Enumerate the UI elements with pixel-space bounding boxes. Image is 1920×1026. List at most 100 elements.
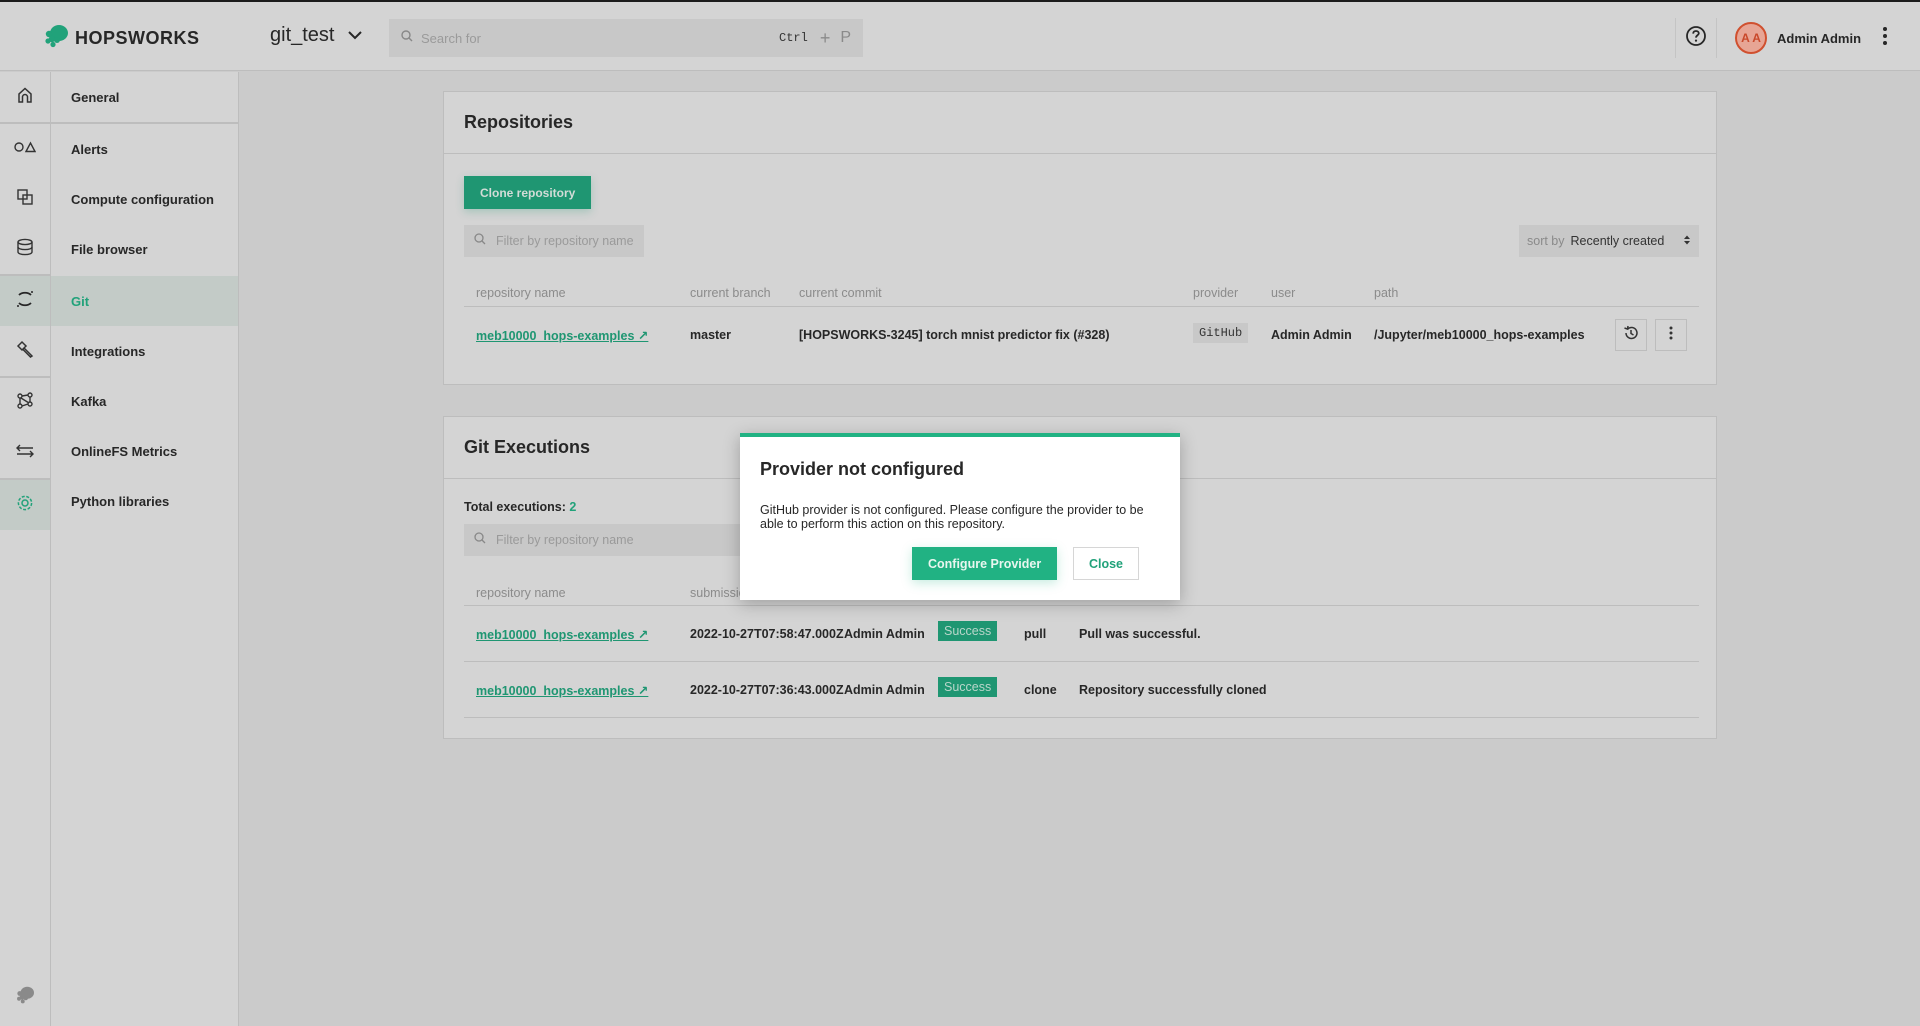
project-selector[interactable]: git_test <box>270 24 363 47</box>
repository-link[interactable]: meb10000_hops-examples ↗ <box>476 328 648 343</box>
rail-file-browser[interactable] <box>0 224 50 274</box>
sidebar-item-file-browser[interactable]: File browser <box>51 224 238 274</box>
execution-command: clone <box>1024 683 1057 697</box>
execution-repository-link[interactable]: meb10000_hops-examples ↗ <box>476 627 648 642</box>
search-icon <box>474 531 486 549</box>
execution-repository-link[interactable]: meb10000_hops-examples ↗ <box>476 683 648 698</box>
column-header-provider: provider <box>1193 286 1239 300</box>
chevron-down-icon <box>348 27 363 45</box>
arrows-icon <box>15 443 35 464</box>
rail-compute[interactable] <box>0 174 50 224</box>
shortcut-plus: + <box>819 27 831 48</box>
rail-alerts[interactable] <box>0 124 50 174</box>
column-header-repository-name: repository name <box>476 286 566 300</box>
rail-onlinefs[interactable] <box>0 428 50 478</box>
column-header-current-commit: current commit <box>799 286 882 300</box>
project-name: git_test <box>270 24 335 46</box>
kebab-menu-icon <box>1669 326 1673 345</box>
icon-rail <box>0 72 51 1026</box>
help-button[interactable] <box>1675 18 1717 58</box>
repository-user: Admin Admin <box>1271 328 1352 342</box>
history-icon <box>1623 325 1639 346</box>
execution-status: Success <box>938 677 998 697</box>
column-header-repository-name: repository name <box>476 586 566 600</box>
provider-not-configured-dialog: Provider not configured GitHub provider … <box>740 433 1180 600</box>
git-executions-title: Git Executions <box>464 437 591 457</box>
dialog-message: GitHub provider is not configured. Pleas… <box>760 503 1144 531</box>
table-header-divider <box>464 306 1699 307</box>
rail-git[interactable] <box>0 276 50 326</box>
settings-sidebar: General Alerts Compute configuration Fil… <box>51 72 239 1026</box>
app-header: HOPSWORKS git_test Ctrl + P A A Admin Ad… <box>0 2 1920 71</box>
kebab-menu-icon <box>1882 27 1888 50</box>
provider-tag: GitHub <box>1193 323 1249 343</box>
repository-actions-button[interactable] <box>1655 319 1687 351</box>
execution-command: pull <box>1024 627 1047 641</box>
table-header-divider <box>464 605 1699 606</box>
total-executions: Total executions: 2 <box>464 500 576 514</box>
rail-integrations[interactable] <box>0 326 50 376</box>
configure-provider-button[interactable]: Configure Provider <box>912 547 1058 580</box>
database-icon <box>16 238 34 261</box>
repositories-title: Repositories <box>464 112 574 132</box>
settings-gear-icon <box>16 494 34 517</box>
hopsworks-logo-icon <box>43 24 69 53</box>
logo[interactable]: HOPSWORKS <box>43 24 200 53</box>
avatar: A A <box>1735 22 1767 54</box>
repository-filter-input[interactable] <box>496 234 634 248</box>
sidebar-item-python-libraries[interactable]: Python libraries <box>51 476 238 526</box>
sort-label: sort by <box>1527 234 1565 248</box>
sidebar-item-onlinefs-metrics[interactable]: OnlineFS Metrics <box>51 426 238 476</box>
repository-branch: master <box>690 328 731 342</box>
search-input[interactable] <box>421 30 779 46</box>
repository-provider: GitHub <box>1193 323 1249 343</box>
sort-value: Recently created <box>1570 234 1665 248</box>
more-options-button[interactable] <box>1882 26 1888 51</box>
repository-path: /Jupyter/meb10000_hops-examples <box>1374 328 1585 342</box>
home-icon <box>16 86 34 109</box>
rail-home[interactable] <box>0 72 50 122</box>
row-divider <box>464 717 1699 718</box>
sort-select[interactable]: sort by Recently created <box>1519 225 1699 257</box>
column-header-path: path <box>1374 286 1399 300</box>
sidebar-item-kafka[interactable]: Kafka <box>51 376 238 426</box>
row-divider <box>464 661 1699 662</box>
sidebar-item-general[interactable]: General <box>51 72 238 122</box>
repositories-card: Repositories Clone repository sort by Re… <box>443 91 1717 385</box>
help-icon <box>1685 25 1707 52</box>
hammer-icon <box>16 340 34 363</box>
rail-kafka[interactable] <box>0 378 50 428</box>
sidebar-item-alerts[interactable]: Alerts <box>51 124 238 174</box>
execution-submitted: 2022-10-27T07:36:43.000Z <box>690 683 844 697</box>
repository-commit: [HOPSWORKS-3245] torch mnist predictor f… <box>799 328 1110 342</box>
close-button[interactable]: Close <box>1073 547 1139 580</box>
clone-repository-button[interactable]: Clone repository <box>464 176 592 209</box>
sidebar-item-integrations[interactable]: Integrations <box>51 326 238 376</box>
sidebar-item-compute-configuration[interactable]: Compute configuration <box>51 174 238 224</box>
execution-status: Success <box>938 621 998 641</box>
sidebar-item-git[interactable]: Git <box>51 276 238 326</box>
repositories-header: Repositories <box>444 92 1716 154</box>
column-header-current-branch: current branch <box>690 286 771 300</box>
user-menu[interactable]: A A Admin Admin <box>1735 22 1861 54</box>
global-search[interactable]: Ctrl + P <box>389 19 863 57</box>
execution-history-button[interactable] <box>1615 319 1647 351</box>
hopsworks-mark-icon <box>15 986 35 1009</box>
status-badge: Success <box>938 677 998 697</box>
search-icon <box>474 232 486 250</box>
column-header-user: user <box>1271 286 1296 300</box>
execution-message: Pull was successful. <box>1079 627 1201 641</box>
user-name: Admin Admin <box>1777 30 1862 46</box>
git-icon <box>16 289 34 314</box>
alerts-icon <box>14 140 37 158</box>
repository-filter[interactable] <box>464 225 644 257</box>
total-executions-value: 2 <box>569 500 577 514</box>
search-icon <box>401 29 413 47</box>
sort-arrows-icon <box>1683 234 1691 249</box>
shortcut-key: P <box>840 29 851 46</box>
execution-message: Repository successfully cloned <box>1079 683 1267 697</box>
rail-footer-logo <box>0 972 50 1022</box>
kafka-icon <box>16 391 34 415</box>
rail-settings[interactable] <box>0 480 50 530</box>
execution-user: Admin Admin <box>844 627 925 641</box>
